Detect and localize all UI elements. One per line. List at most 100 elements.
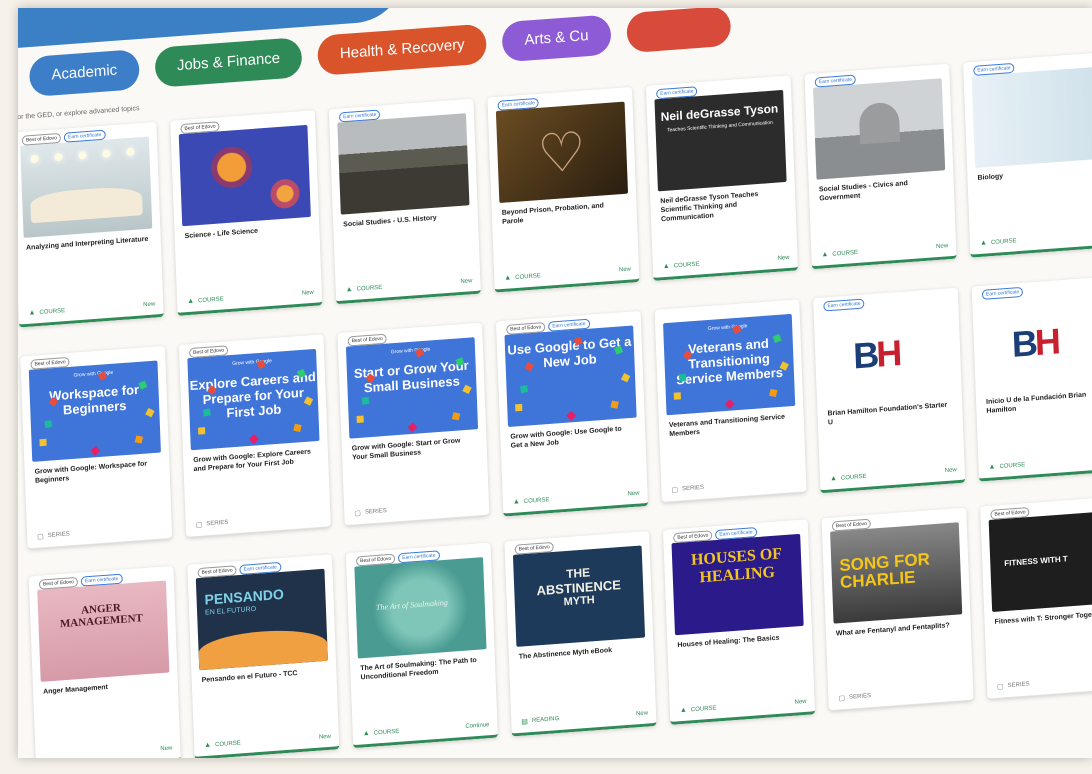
- thumb-title: SONG FOR CHARLIE: [839, 549, 931, 593]
- confetti: [134, 435, 144, 444]
- thumbnail-image: Neil deGrasse Tyson Teaches Scientific Th…: [654, 89, 787, 192]
- thumb-title: PENSANDO: [204, 585, 285, 608]
- category-next[interactable]: [625, 8, 731, 54]
- thumb-subtitle: EN EL FUTURO: [204, 605, 257, 617]
- card-title: Veterans and Transitioning Service Membe…: [668, 413, 786, 439]
- thumbnail-image: ANGER MANAGEMENT: [37, 580, 170, 682]
- content-type-label: COURSE: [197, 295, 224, 304]
- course-card[interactable]: BH Earn certificate Brian Hamilton Foundat…: [813, 287, 966, 494]
- content-type: ▲ COURSE: [204, 739, 241, 749]
- graduation-cap-icon: ▲: [821, 251, 829, 259]
- thumbnail-image: PENSANDO EN EL FUTURO: [195, 568, 328, 671]
- confetti: [197, 427, 206, 435]
- category-health-recovery[interactable]: Health & Recovery: [317, 23, 488, 76]
- graduation-cap-icon: ▲: [362, 729, 370, 738]
- course-card[interactable]: HOUSES OF HEALING Best of Edovo Earn certi…: [662, 519, 816, 725]
- course-card[interactable]: ♡ Earn certificate Beyond Prison, Probatio…: [487, 86, 640, 293]
- status-flag: New: [460, 278, 473, 286]
- status-flag: New: [301, 289, 314, 297]
- content-type-label: COURSE: [999, 461, 1026, 470]
- course-row-academic: Best of Edovo Earn certificate Analyzing a…: [18, 52, 1092, 328]
- string-light: [30, 154, 39, 164]
- bh-logo: BH: [1011, 320, 1059, 365]
- content-type: ▢ SERIES: [671, 484, 704, 494]
- card-title: Inicio U de la Fundación Brian Hamilton: [985, 391, 1087, 415]
- thumbnail-image: [178, 124, 311, 227]
- confetti: [90, 445, 101, 456]
- course-card[interactable]: FITNESS WITH T Best of Edovo Fitness with …: [980, 495, 1092, 700]
- content-type-label: COURSE: [990, 237, 1017, 246]
- category-jobs-finance[interactable]: Jobs & Finance: [154, 37, 303, 88]
- content-type: ▲ COURSE: [988, 461, 1025, 471]
- content-type-label: COURSE: [673, 261, 700, 269]
- course-card[interactable]: Best of Edovo Earn certificate Analyzing a…: [18, 121, 164, 328]
- content-type: ▢ SERIES: [838, 692, 871, 702]
- content-type-label: COURSE: [690, 704, 717, 713]
- thumbnail-image: Grow with Google Veterans and Transitioni…: [663, 313, 796, 416]
- content-type: ▢ SERIES: [196, 519, 229, 529]
- confetti: [610, 400, 619, 409]
- card-title: Biology: [977, 173, 1004, 182]
- course-card[interactable]: Grow with Google Workspace for Beginners B…: [20, 345, 173, 550]
- confetti: [520, 385, 528, 394]
- thumbnail-image: [971, 66, 1092, 169]
- status-flag: New: [618, 266, 632, 274]
- thumbnail-image: HOUSES OF HEALING: [671, 533, 804, 636]
- confetti: [451, 412, 461, 421]
- category-arts[interactable]: Arts & Cu: [501, 14, 612, 63]
- section-hint: r for the GED, or explore advanced topic…: [18, 105, 140, 122]
- course-card[interactable]: Earn certificate Social Studies - U.S. Hi…: [328, 98, 481, 305]
- course-card[interactable]: Grow with Google Start or Grow Your Small…: [337, 322, 490, 527]
- content-type: ▲ COURSE: [513, 496, 550, 506]
- content-type-label: READING: [531, 715, 560, 724]
- thumbnail-image: BH: [980, 290, 1092, 393]
- course-card[interactable]: Earn certificate Biology ▲ COURSE: [963, 52, 1092, 258]
- thumb-brand: Grow with Google: [73, 369, 114, 379]
- course-card[interactable]: The Art of Soulmaking Best of Edovo Earn c…: [345, 542, 498, 749]
- thumb-title: HOUSES OF HEALING: [690, 545, 783, 587]
- course-card[interactable]: SONG FOR CHARLIE Best of Edovo What are Fe…: [821, 507, 974, 712]
- course-card[interactable]: Grow with Google Explore Careers and Prep…: [178, 334, 331, 538]
- capitol-dome: [858, 101, 901, 145]
- course-card[interactable]: Grow with Google Veterans and Transitioni…: [654, 299, 807, 503]
- content-type-label: COURSE: [515, 272, 541, 281]
- content-type-label: SERIES: [1007, 681, 1030, 690]
- category-academic[interactable]: Academic: [28, 49, 140, 98]
- card-title: Grow with Google: Workspace for Beginner…: [34, 460, 148, 485]
- series-icon: ▢: [838, 695, 846, 703]
- confetti: [515, 403, 523, 412]
- string-light: [78, 151, 87, 160]
- confetti: [361, 396, 370, 405]
- thumb-brand: Grow with Google: [232, 358, 272, 367]
- confetti: [44, 420, 53, 429]
- card-title: Social Studies - U.S. History: [343, 214, 437, 229]
- thumbnail-image: [813, 78, 946, 180]
- graduation-cap-icon: ▲: [204, 741, 212, 750]
- content-type: ▲ COURSE: [680, 704, 717, 714]
- status-flag: New: [627, 490, 640, 498]
- confetti: [39, 438, 47, 447]
- cell: [269, 177, 301, 210]
- catalog-screen: Academic Jobs & Finance Health & Recover…: [18, 8, 1092, 758]
- thumb-brand: Grow with Google: [390, 346, 431, 356]
- course-card[interactable]: Neil deGrasse Tyson Teaches Scientific Th…: [645, 75, 799, 281]
- course-card[interactable]: Best of Edovo Science - Life Science ▲ COUR…: [170, 110, 323, 316]
- handcuff-hearts: ♡: [536, 121, 588, 186]
- status-flag: New: [143, 301, 156, 309]
- content-type: ▲ COURSE: [28, 307, 65, 317]
- content-type-label: COURSE: [523, 496, 550, 505]
- graduation-cap-icon: ▲: [662, 262, 670, 271]
- confetti: [724, 399, 735, 410]
- string-light: [102, 149, 111, 158]
- course-card[interactable]: BH Earn certificate Inicio U de la Fundaci…: [971, 276, 1092, 482]
- course-card[interactable]: ANGER MANAGEMENT Best of Edovo Earn certif…: [28, 565, 181, 758]
- content-type-label: COURSE: [840, 473, 867, 482]
- confetti: [678, 373, 687, 382]
- course-card[interactable]: PENSANDO EN EL FUTURO Best of Edovo Earn ce…: [187, 554, 340, 758]
- confetti: [566, 410, 577, 421]
- thumbnail-image: Use Google to Get a New Job: [504, 325, 637, 427]
- course-card[interactable]: Use Google to Get a New Job Best of Edovo…: [495, 310, 649, 517]
- wave-shape: [198, 626, 328, 671]
- course-card[interactable]: Earn certificate Social Studies - Civics …: [804, 63, 957, 270]
- course-card[interactable]: THE ABSTINENCE MYTH Best of Edovo The Abstin…: [504, 530, 657, 737]
